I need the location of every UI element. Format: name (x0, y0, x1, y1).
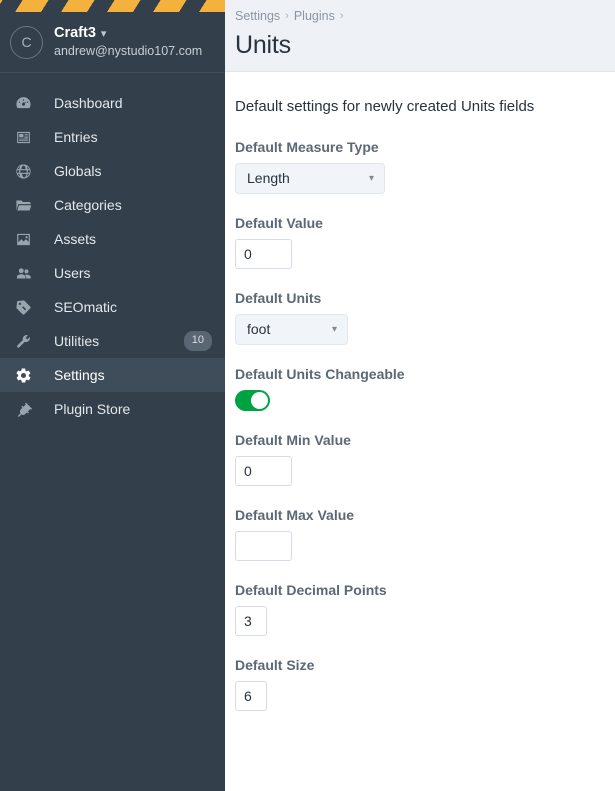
default-min-value-input[interactable] (235, 456, 292, 486)
sidebar-item-seomatic[interactable]: SEOmatic (0, 290, 225, 324)
plug-icon (14, 400, 33, 419)
select-wrapper: Length ▾ (235, 163, 385, 194)
users-icon (14, 264, 33, 283)
sidebar-nav: Dashboard Entries Globals Categories Ass… (0, 86, 225, 426)
sidebar-item-plugin-store[interactable]: Plugin Store (0, 392, 225, 426)
breadcrumb-separator: › (339, 10, 344, 22)
field-label: Default Units Changeable (235, 366, 405, 382)
default-max-value-input[interactable] (235, 531, 292, 561)
sidebar-item-dashboard[interactable]: Dashboard (0, 86, 225, 120)
user-email-label: andrew@nystudio107.com (54, 44, 203, 59)
field-default-decimal-points: Default Decimal Points (235, 582, 605, 636)
field-default-units-changeable: Default Units Changeable (235, 366, 605, 411)
utilities-badge: 10 (183, 331, 212, 351)
gauge-icon (14, 94, 33, 113)
field-label: Default Measure Type (235, 139, 379, 155)
default-units-changeable-toggle[interactable] (235, 390, 270, 411)
newspaper-icon (14, 128, 33, 147)
field-label: Default Decimal Points (235, 582, 387, 598)
field-default-measure-type: Default Measure Type Length ▾ (235, 139, 605, 194)
sidebar-item-users[interactable]: Users (0, 256, 225, 290)
breadcrumb: Settings › Plugins › (235, 7, 615, 25)
field-label: Default Value (235, 215, 323, 231)
site-name-label: Craft3 (54, 25, 96, 42)
globe-icon (14, 162, 33, 181)
app-window: C Craft3 ▾ andrew@nystudio107.com Dashbo… (0, 0, 615, 791)
sidebar-item-label: Dashboard (54, 95, 123, 111)
sidebar-item-label: SEOmatic (54, 299, 118, 315)
sidebar-item-label: Categories (54, 197, 122, 213)
field-default-min-value: Default Min Value (235, 432, 605, 486)
field-label: Default Size (235, 657, 315, 673)
user-account-menu[interactable]: C Craft3 ▾ andrew@nystudio107.com (0, 12, 225, 72)
sidebar-item-label: Users (54, 265, 91, 281)
sidebar-item-categories[interactable]: Categories (0, 188, 225, 222)
user-text: Craft3 ▾ andrew@nystudio107.com (54, 24, 202, 60)
field-default-size: Default Size (235, 657, 605, 711)
sidebar-item-label: Utilities (54, 333, 100, 349)
main-content: Settings › Plugins › Units Default setti… (225, 0, 615, 791)
sidebar-item-entries[interactable]: Entries (0, 120, 225, 154)
breadcrumb-item-settings[interactable]: Settings (235, 9, 280, 23)
field-label: Default Max Value (235, 507, 355, 523)
sidebar-item-label: Globals (54, 163, 102, 179)
page-header: Settings › Plugins › Units (225, 0, 615, 72)
field-default-max-value: Default Max Value (235, 507, 605, 561)
field-label: Default Units (235, 290, 322, 306)
gear-icon (14, 366, 33, 385)
default-measure-type-select[interactable]: Length (235, 163, 385, 194)
user-name-row: Craft3 ▾ (54, 24, 202, 42)
breadcrumb-item-plugins[interactable]: Plugins (294, 9, 335, 23)
wrench-icon (14, 332, 33, 351)
field-label: Default Min Value (235, 432, 351, 448)
settings-form: Default settings for newly created Units… (225, 72, 615, 732)
default-value-input[interactable] (235, 239, 292, 269)
select-wrapper: foot ▾ (235, 314, 348, 345)
default-units-select[interactable]: foot (235, 314, 348, 345)
field-default-units: Default Units foot ▾ (235, 290, 605, 345)
sidebar-item-label: Assets (54, 231, 97, 247)
default-decimal-points-input[interactable] (235, 606, 267, 636)
sidebar-item-globals[interactable]: Globals (0, 154, 225, 188)
image-icon (14, 230, 33, 249)
tag-icon (14, 298, 33, 317)
sidebar: C Craft3 ▾ andrew@nystudio107.com Dashbo… (0, 0, 225, 791)
folder-icon (14, 196, 33, 215)
chevron-down-icon[interactable]: ▾ (101, 28, 107, 40)
default-size-input[interactable] (235, 681, 267, 711)
sidebar-item-utilities[interactable]: Utilities 10 (0, 324, 225, 358)
page-title: Units (235, 31, 291, 59)
avatar: C (10, 25, 43, 59)
sidebar-item-assets[interactable]: Assets (0, 222, 225, 256)
sidebar-item-label: Plugin Store (54, 401, 131, 417)
sidebar-item-label: Entries (54, 129, 98, 145)
sidebar-divider (0, 72, 225, 73)
breadcrumb-separator: › (285, 10, 289, 22)
sidebar-item-settings[interactable]: Settings (0, 358, 225, 392)
field-default-value: Default Value (235, 215, 605, 269)
sidebar-item-label: Settings (54, 367, 105, 383)
form-intro-text: Default settings for newly created Units… (235, 98, 535, 115)
toggle-knob (251, 392, 268, 409)
decorative-stripe-bar (0, 0, 225, 12)
